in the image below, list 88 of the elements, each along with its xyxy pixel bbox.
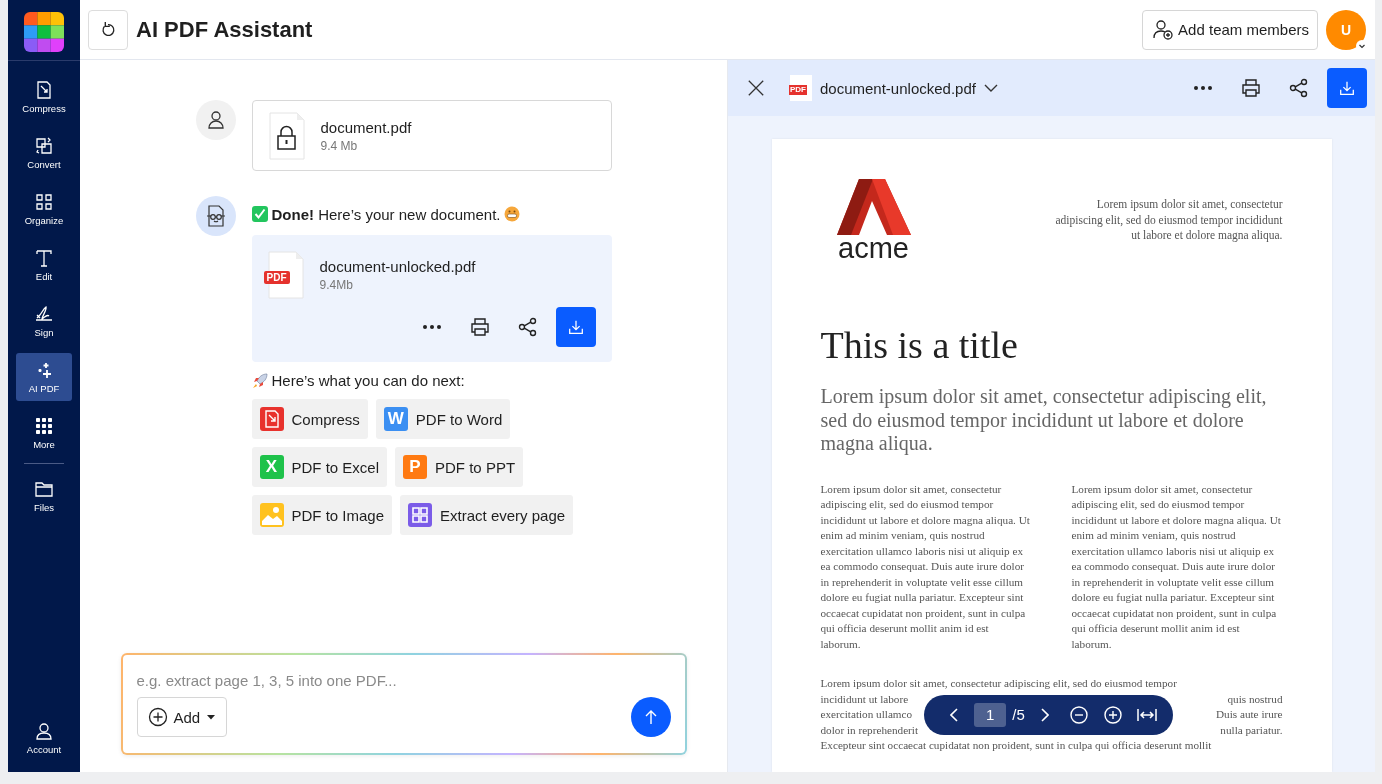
- sidebar-item[interactable]: Edit: [16, 241, 72, 289]
- arrow-up-icon: [644, 709, 657, 725]
- convert-icon: [34, 136, 54, 156]
- download-icon: [566, 318, 585, 336]
- dots-icon: [1193, 85, 1213, 91]
- result-message: Done! Here’s your new document.: [271, 205, 501, 223]
- letter-icon: X: [259, 455, 284, 479]
- add-user-icon: [1152, 18, 1175, 41]
- text-line: Excepteur sint occaecat cupidatat non proident, sunt in culpa qui officia deserunt mollit: [820, 738, 1213, 753]
- sidebar-item[interactable]: Organize: [16, 185, 72, 233]
- account-button[interactable]: Account: [16, 714, 72, 762]
- document-title: This is a title: [820, 323, 1019, 368]
- chevron-down-icon: [1356, 39, 1368, 52]
- sidebar-item[interactable]: Compress: [16, 73, 72, 121]
- text-icon: [34, 248, 54, 268]
- chevron-left-icon: [950, 707, 959, 722]
- smiley-icon: [504, 206, 521, 222]
- logo-icon: [836, 179, 911, 235]
- letter-icon: P: [403, 455, 428, 479]
- user-icon: [205, 110, 226, 130]
- caret-icon: [206, 714, 217, 720]
- undo-icon: [99, 20, 117, 39]
- page-count: /5: [1012, 706, 1025, 724]
- print-icon: [469, 317, 490, 337]
- text-line: Lorem ipsum dolor sit amet, consectetur adipiscing elit, sed do eiusmod tempor: [820, 676, 1178, 691]
- file-size: 9.4Mb: [319, 278, 354, 292]
- page-number-field[interactable]: 1: [974, 702, 1007, 727]
- chevron-down-icon: [983, 84, 998, 92]
- prompt-field[interactable]: e.g. extract page 1, 3, 5 into one PDF...: [136, 669, 671, 691]
- pdf-file-icon: PDF: [267, 251, 304, 299]
- plus-circle-icon: [147, 707, 168, 727]
- rocket-icon: [251, 372, 268, 389]
- action-chip[interactable]: W PDF to Word: [375, 399, 511, 439]
- user-icon: [34, 721, 54, 741]
- action-chip[interactable]: X PDF to Excel: [251, 447, 388, 487]
- body-paragraph: Lorem ipsum dolor sit amet, consectetur adipiscing elit, sed do eiusmod tempor incididunt ut labore et dolore magna aliqua. Ut enim ad minim veniam, quis nostrud exercitation ullamco laboris nisi ut aliquip ex ea commodo consequat. Duis aute irure dolor in reprehenderit in voluptate velit esse cillum dolore eu fugiat nulla pariatur. Excepteur sint occaecat cupidatat non proident, sunt in culpa qui officia deserunt mollit anim id est laborum.: [820, 481, 1031, 652]
- sidebar-item[interactable]: Convert: [16, 129, 72, 177]
- text-fragment: dolor in reprehenderit: [820, 722, 920, 738]
- compress-icon: [34, 80, 54, 100]
- file-name: document-unlocked.pdf: [319, 258, 476, 275]
- file-size: 9.4 Mb: [320, 138, 359, 153]
- text-fragment: exercitation ullamco: [820, 707, 914, 722]
- share-icon: [1289, 78, 1309, 98]
- locked-file-icon: [268, 111, 305, 160]
- download-button[interactable]: [555, 307, 596, 347]
- download-icon: [1338, 79, 1356, 97]
- close-icon: [747, 79, 765, 97]
- body-paragraph: Lorem ipsum dolor sit amet, consectetur adipiscing elit, sed do eiusmod tempor incididunt ut labore et dolore magna aliqua. Ut enim ad minim veniam, quis nostrud exercitation ullamco laboris nisi ut aliquip ex ea commodo consequat. Duis aute irure dolor in reprehenderit in voluptate velit esse cillum dolore eu fugiat nulla pariatur. Excepteur sint occaecat cupidatat non proident, sunt in culpa qui officia deserunt mollit anim id est laborum.: [1071, 481, 1282, 652]
- folder-icon: [34, 479, 54, 499]
- zoom-out-icon: [1068, 704, 1089, 725]
- add-button[interactable]: Add: [136, 697, 228, 737]
- check-mark-icon: [251, 206, 268, 222]
- grid-icon: [34, 416, 54, 436]
- file-card[interactable]: document.pdf 9.4 Mb: [251, 100, 612, 171]
- sidebar-item[interactable]: More: [16, 409, 72, 457]
- action-chip[interactable]: PDF to Image: [251, 495, 393, 535]
- zoom-in-icon: [1102, 704, 1123, 725]
- send-button[interactable]: [630, 697, 671, 737]
- undo-button[interactable]: [88, 9, 128, 50]
- add-team-members-button[interactable]: Add team members: [1142, 9, 1318, 50]
- signature-icon: [34, 304, 54, 324]
- file-dropdown[interactable]: PDF document-unlocked.pdf: [790, 75, 998, 101]
- app-logo-icon: [24, 12, 64, 52]
- share-icon: [517, 317, 538, 337]
- sidebar-item[interactable]: AI PDF: [16, 353, 72, 401]
- letter-icon: W: [383, 407, 408, 431]
- next-steps-heading: Here’s what you can do next:: [271, 372, 465, 389]
- sidebar-item[interactable]: Files: [16, 472, 72, 520]
- text-fragment: quis nostrud: [1227, 691, 1283, 707]
- header-text: Lorem ipsum dolor sit amet, consectetur adipiscing elit, sed do eiusmod tempor incididunt ut labore et dolore magna aliqua.: [1054, 197, 1283, 244]
- text-fragment: incididunt ut labore: [820, 691, 910, 707]
- action-chip[interactable]: P PDF to PPT: [395, 447, 524, 487]
- print-icon: [1241, 78, 1261, 98]
- page-title: AI PDF Assistant: [136, 16, 313, 43]
- logo-text: acme: [838, 234, 909, 262]
- fit-width-icon: [1136, 708, 1157, 721]
- pdf-file-icon: PDF: [790, 75, 812, 101]
- sidebar-item[interactable]: Sign: [16, 297, 72, 345]
- action-chip[interactable]: Compress: [251, 399, 368, 439]
- file-name: document.pdf: [320, 118, 412, 136]
- organize-icon: [34, 192, 54, 212]
- download-button[interactable]: [1327, 68, 1367, 108]
- dots-icon: [421, 324, 442, 330]
- document-subtitle: Lorem ipsum dolor sit amet, consectetur adipiscing elit, sed do eiusmod tempor incididunt ut labore et dolore magna aliqua.: [820, 385, 1268, 456]
- action-chip[interactable]: Extract every page: [400, 495, 574, 535]
- text-fragment: Duis aute irure: [1216, 707, 1283, 722]
- text-fragment: nulla pariatur.: [1220, 722, 1283, 738]
- chevron-right-icon: [1040, 707, 1049, 722]
